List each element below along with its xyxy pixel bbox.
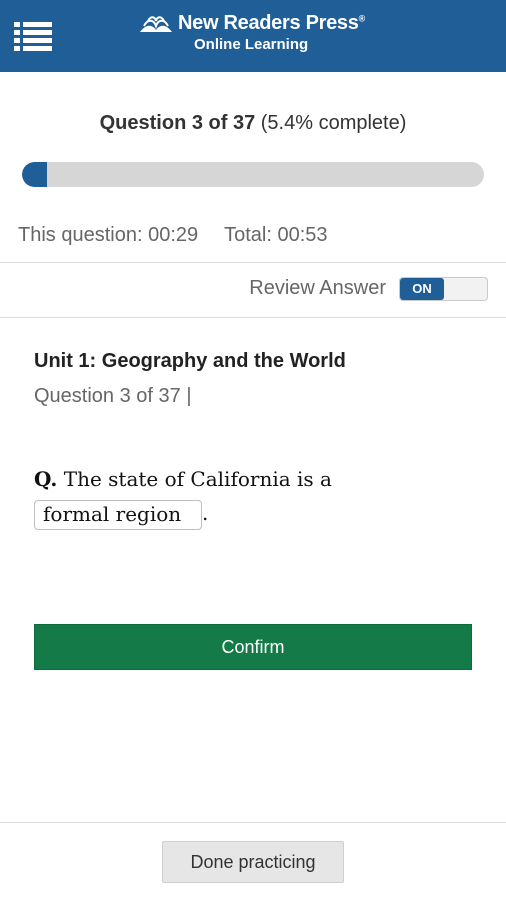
question-suffix: . [202,501,209,525]
progress-section: Question 3 of 37 (5.4% complete) This qu… [0,72,506,262]
review-answer-label: Review Answer [249,277,386,299]
unit-title: Unit 1: Geography and the World [34,350,346,372]
question-text: Q. The state of California is a formal r… [34,462,474,530]
review-answer-toggle[interactable]: ON [399,277,488,301]
review-answer-row: Review Answer ON [0,262,506,318]
footer: Done practicing [0,822,506,900]
book-leaves-icon [140,16,172,32]
question-content: Unit 1: Geography and the World Question… [34,350,474,530]
brand-title: New Readers Press® [178,12,365,34]
progress-bar-fill [22,162,47,187]
question-timer: This question: 00:29 [18,224,199,246]
question-prefix: Q. [34,467,58,491]
question-progress-label: Question 3 of 37 [99,112,256,134]
done-practicing-button[interactable]: Done practicing [162,841,344,883]
progress-bar [22,162,484,187]
timers: This question: 00:29 Total: 00:53 [18,224,328,247]
app-header: New Readers Press® Online Learning [0,0,506,72]
progress-heading: Question 3 of 37 (5.4% complete) [0,112,506,135]
brand-subtitle: Online Learning [194,36,309,53]
question-stem: The state of California is a [63,467,332,491]
progress-percent-label: (5.4% complete) [260,112,407,134]
answer-field[interactable]: formal region [34,499,202,530]
list-menu-icon[interactable] [14,20,52,52]
brand-logo: New Readers Press® Online Learning [138,12,378,56]
question-counter: Question 3 of 37 | [34,385,192,407]
toggle-state: ON [400,278,444,300]
confirm-button[interactable]: Confirm [34,624,472,670]
total-timer: Total: 00:53 [224,224,328,246]
